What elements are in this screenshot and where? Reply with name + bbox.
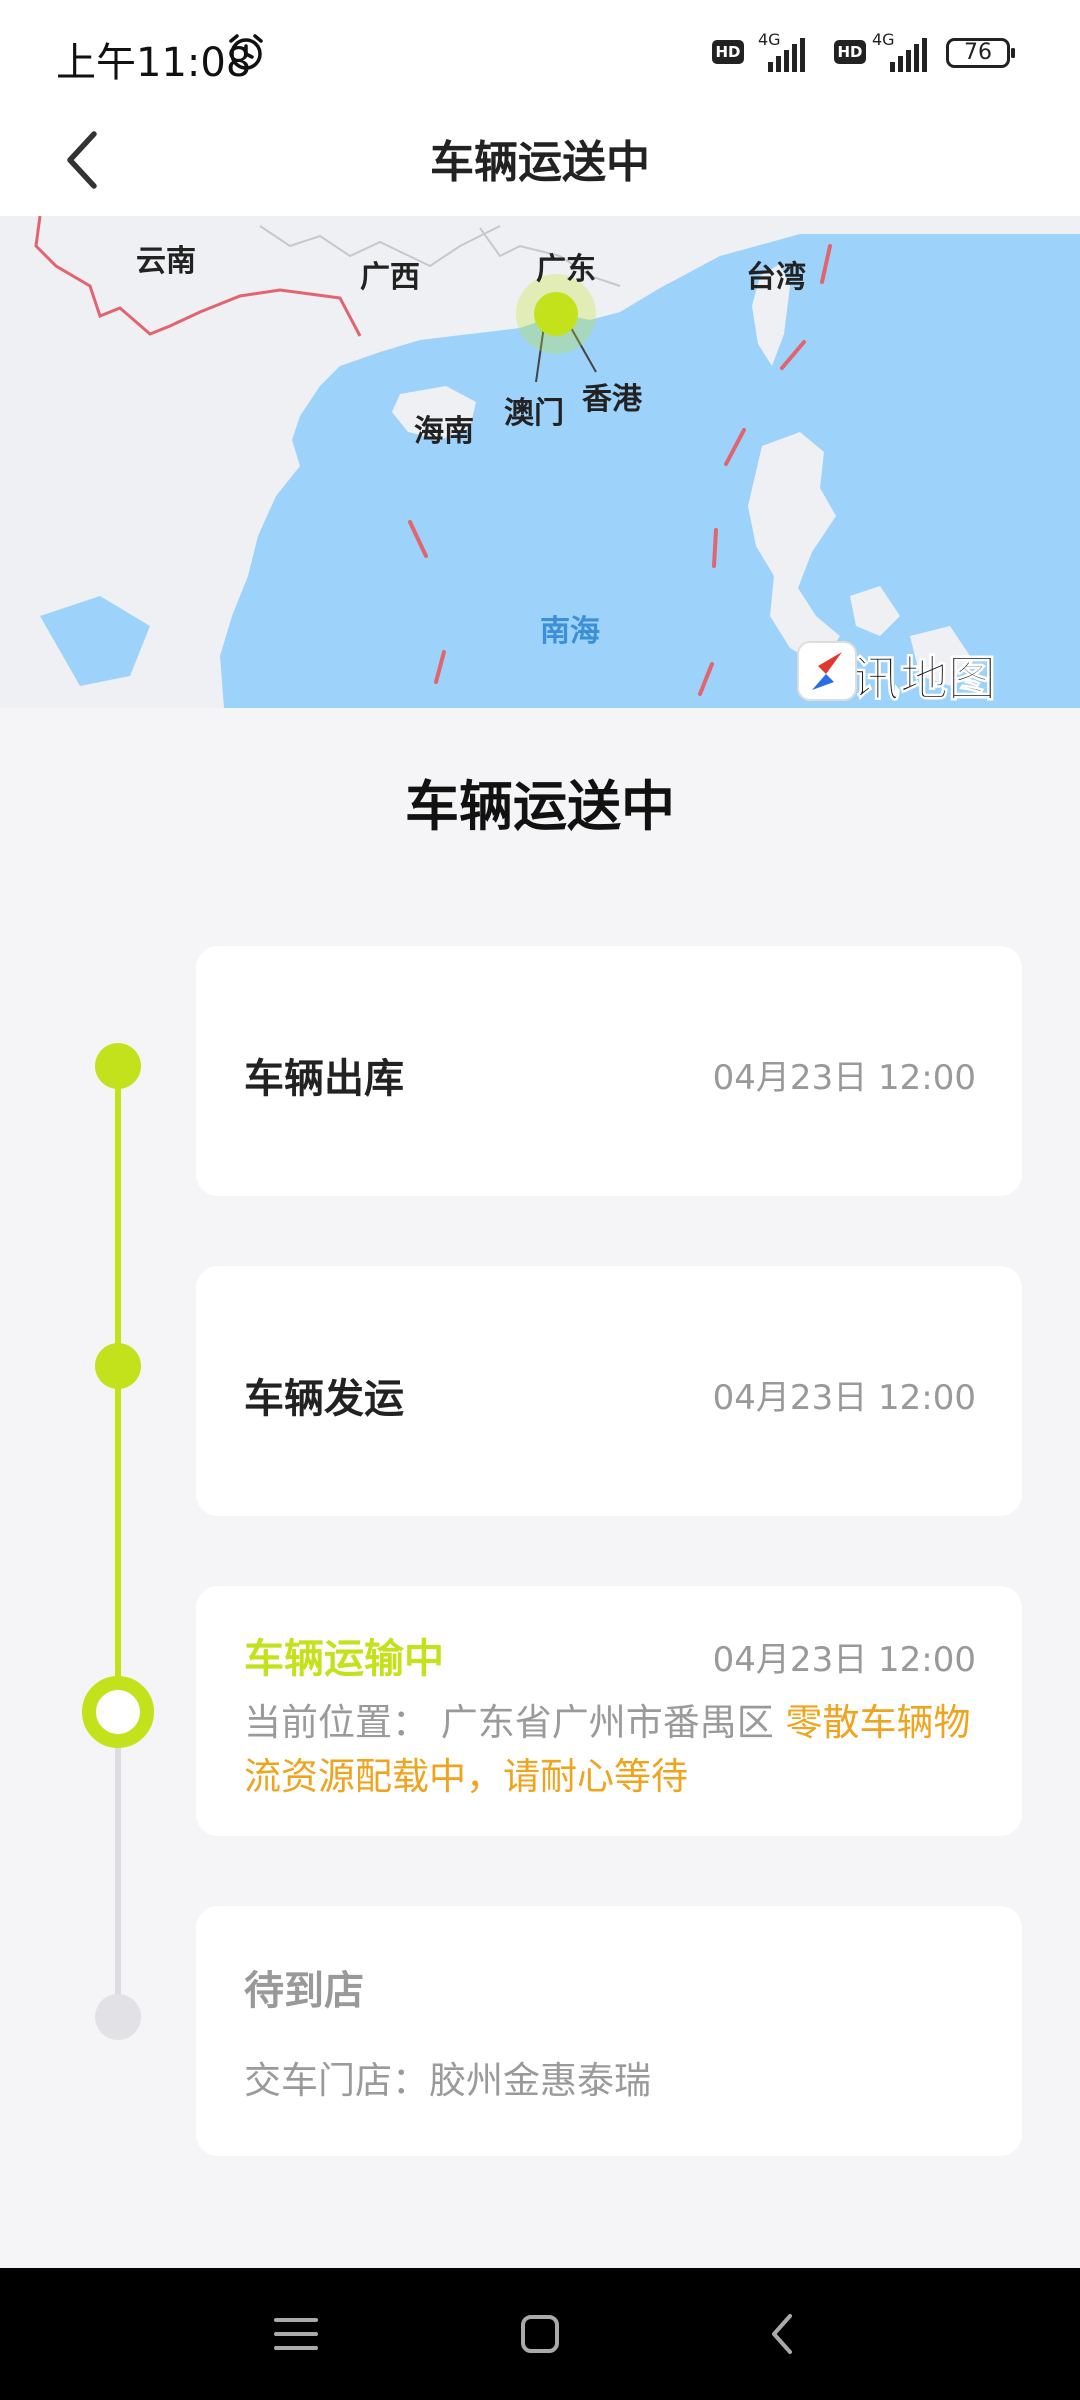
home-icon[interactable] xyxy=(510,2304,570,2364)
store-value: 胶州金惠泰瑞 xyxy=(429,2059,651,2102)
step-title: 车辆出库 xyxy=(244,1056,404,1102)
step-time: 04月23日 12:00 xyxy=(712,1640,976,1680)
page-title: 车辆运送中 xyxy=(430,137,650,188)
step-time: 04月23日 12:00 xyxy=(712,1058,976,1098)
system-back-icon[interactable] xyxy=(754,2304,814,2364)
status-time: 上午11:08 xyxy=(56,40,252,86)
map-label-south-sea: 南海 xyxy=(540,614,600,649)
timeline-step-arrive-store: 待到店 交车门店：胶州金惠泰瑞 xyxy=(196,1906,1022,2156)
location-label: 当前位置： xyxy=(244,1701,429,1744)
battery-level: 76 xyxy=(964,40,992,65)
timeline-dot-completed xyxy=(95,1343,141,1389)
signal-bars-icon xyxy=(768,38,805,72)
tencent-map-brand: 腾讯地图 xyxy=(796,640,997,708)
map-label-hainan: 海南 xyxy=(414,414,474,449)
signal-bars-icon xyxy=(890,38,927,72)
map-label-taiwan: 台湾 xyxy=(746,260,806,295)
menu-icon[interactable] xyxy=(266,2304,326,2364)
timeline-dot-pending xyxy=(95,1994,141,2040)
timeline-line-pending xyxy=(115,1712,121,2018)
step-title: 车辆运输中 xyxy=(244,1636,444,1682)
route-map[interactable]: 云南 广西 广东 台湾 海南 澳门 香港 南海 腾讯地图 xyxy=(0,216,1080,708)
timeline-step-in-transit: 车辆运输中 04月23日 12:00 当前位置： 广东省广州市番禺区 零散车辆物… xyxy=(196,1586,1022,1836)
timeline-dot-completed xyxy=(95,1043,141,1089)
vehicle-location-marker[interactable] xyxy=(534,292,578,336)
map-label-hongkong: 香港 xyxy=(582,382,642,417)
step-title: 待到店 xyxy=(244,1968,364,2014)
map-label-guangxi: 广西 xyxy=(360,260,420,295)
delivery-store: 交车门店：胶州金惠泰瑞 xyxy=(244,2054,982,2108)
location-value: 广东省广州市番禺区 xyxy=(440,1701,774,1744)
store-label: 交车门店： xyxy=(244,2059,429,2102)
map-label-yunnan: 云南 xyxy=(136,244,196,279)
map-label-macau: 澳门 xyxy=(504,396,564,431)
step-title: 车辆发运 xyxy=(244,1376,404,1422)
system-nav-bar xyxy=(0,2268,1080,2400)
timeline-step-dispatched: 车辆出库 04月23日 12:00 xyxy=(196,946,1022,1196)
hd-badge: HD xyxy=(834,40,866,64)
status-bar: 上午11:08 HD 4G HD 4G 76 xyxy=(0,0,1080,100)
nav-bar: 车辆运送中 xyxy=(0,100,1080,216)
map-label-guangdong: 广东 xyxy=(536,252,596,287)
timeline-dot-current xyxy=(82,1676,154,1748)
current-location: 当前位置： 广东省广州市番禺区 零散车辆物流资源配载中，请耐心等待 xyxy=(244,1696,982,1804)
step-time: 04月23日 12:00 xyxy=(712,1378,976,1418)
timeline-step-shipped: 车辆发运 04月23日 12:00 xyxy=(196,1266,1022,1516)
timeline-line-completed xyxy=(115,1066,121,1712)
tencent-map-logo-icon xyxy=(797,641,857,701)
status-heading: 车辆运送中 xyxy=(405,775,675,838)
alarm-icon xyxy=(229,34,263,70)
hd-badge: HD xyxy=(712,40,744,64)
